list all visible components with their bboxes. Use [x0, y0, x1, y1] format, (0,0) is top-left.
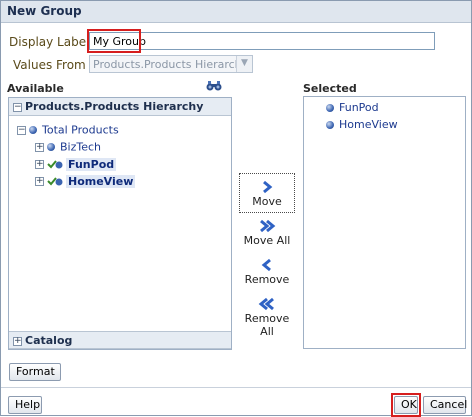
- display-input-highlight: [87, 29, 141, 53]
- tree-expand-icon[interactable]: +: [35, 159, 44, 169]
- values-from-selected: Products.Products Hierarchy: [93, 58, 249, 71]
- remove-all-label: Remove All: [244, 312, 290, 338]
- help-button[interactable]: Help: [8, 396, 42, 414]
- tree-item-biztech[interactable]: + BizTech: [35, 140, 101, 154]
- expand-icon[interactable]: +: [13, 336, 22, 346]
- binoculars-icon[interactable]: [206, 80, 222, 92]
- move-button[interactable]: Move: [239, 179, 295, 208]
- remove-all-button[interactable]: Remove All: [239, 296, 295, 338]
- move-all-label: Move All: [243, 234, 291, 247]
- tree-expand-icon[interactable]: +: [35, 142, 44, 152]
- member-icon: [47, 143, 55, 151]
- tree-item-total-products[interactable]: − Total Products: [17, 123, 119, 137]
- collapse-icon[interactable]: −: [13, 102, 22, 112]
- display-label-caption: Display Label: [9, 35, 90, 49]
- selected-item-funpod[interactable]: FunPod: [326, 101, 379, 114]
- hierarchy-panel-header[interactable]: − Products.Products Hierarchy: [9, 98, 231, 116]
- tree-item-label: Total Products: [42, 123, 119, 137]
- tree-item-label: HomeView: [66, 174, 136, 188]
- selected-check-icon: [47, 160, 63, 169]
- values-from-caption: Values From: [13, 58, 86, 72]
- tree-item-funpod[interactable]: + FunPod: [35, 157, 117, 171]
- catalog-panel-title: Catalog: [25, 334, 73, 347]
- remove-label: Remove: [244, 273, 290, 286]
- available-panel: − Products.Products Hierarchy − Total Prod…: [8, 97, 232, 350]
- tree-item-label: BizTech: [60, 140, 102, 154]
- tree-collapse-icon[interactable]: −: [17, 125, 26, 135]
- member-icon: [326, 121, 334, 129]
- chevron-right-icon: [263, 180, 273, 194]
- remove-button[interactable]: Remove: [239, 257, 295, 286]
- tree-item-homeview[interactable]: + HomeView: [35, 174, 136, 188]
- chevron-left-icon: [261, 258, 271, 272]
- ok-button-highlight: [391, 393, 421, 417]
- new-group-dialog: New Group Display Label Values From Prod…: [0, 0, 472, 417]
- member-icon: [29, 126, 37, 134]
- selected-item-label: FunPod: [339, 101, 379, 114]
- tree-item-label: FunPod: [66, 157, 117, 171]
- selected-item-homeview[interactable]: HomeView: [326, 118, 398, 131]
- dialog-title: New Group: [1, 1, 471, 23]
- cancel-button[interactable]: Cancel: [423, 396, 467, 414]
- selected-check-icon: [47, 177, 63, 186]
- selected-item-label: HomeView: [339, 118, 398, 131]
- catalog-panel-header[interactable]: + Catalog: [9, 331, 231, 349]
- double-chevron-left-icon: [258, 297, 274, 311]
- member-icon: [326, 104, 334, 112]
- double-chevron-right-icon: [260, 219, 276, 233]
- format-button[interactable]: Format: [9, 363, 61, 381]
- move-all-button[interactable]: Move All: [239, 218, 295, 247]
- selected-heading: Selected: [303, 82, 357, 95]
- values-from-select[interactable]: Products.Products Hierarchy ▼: [89, 55, 253, 73]
- move-label: Move: [252, 195, 282, 208]
- selected-panel: FunPod HomeView: [303, 96, 466, 349]
- tree-expand-icon[interactable]: +: [35, 176, 44, 186]
- hierarchy-panel-title: Products.Products Hierarchy: [25, 100, 204, 113]
- divider: [1, 387, 471, 388]
- available-heading: Available: [7, 82, 64, 95]
- chevron-down-icon: ▼: [236, 56, 252, 72]
